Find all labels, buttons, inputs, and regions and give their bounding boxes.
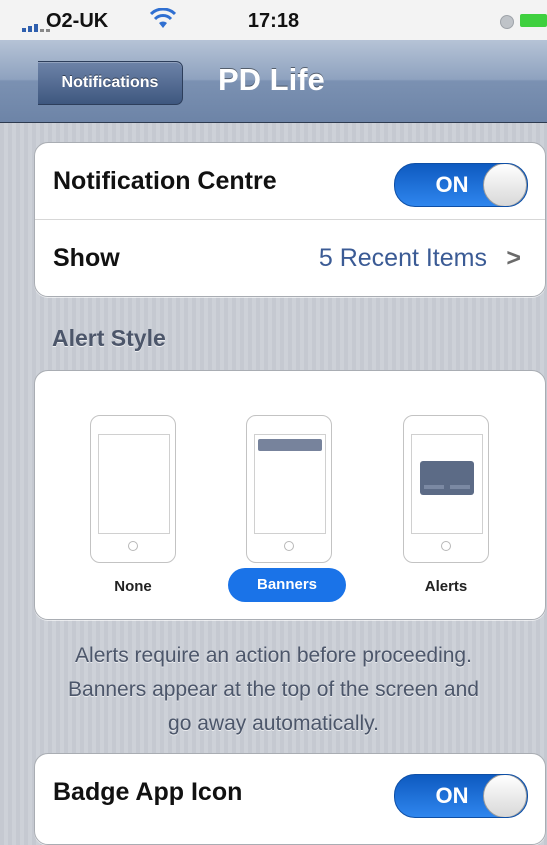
alert-option-banners[interactable]	[246, 415, 332, 563]
show-row[interactable]: Show 5 Recent Items >	[35, 219, 545, 296]
description-line-2: Banners appear at the top of the screen …	[68, 678, 479, 701]
notification-centre-group: Notification Centre ON Show 5 Recent Ite…	[34, 142, 546, 297]
alert-option-alerts-label[interactable]: Alerts	[403, 578, 489, 595]
battery-icon	[520, 14, 547, 27]
phone-screen	[411, 434, 483, 534]
home-button-icon	[128, 541, 138, 551]
badge-app-icon-toggle[interactable]: ON	[394, 774, 528, 818]
badge-app-icon-row: Badge App Icon ON	[35, 754, 545, 830]
alert-style-group: None Banners Alerts	[34, 370, 546, 620]
orientation-lock-icon	[500, 15, 514, 29]
badge-app-icon-group: Badge App Icon ON	[34, 753, 546, 845]
alert-option-alerts[interactable]	[403, 415, 489, 563]
description-line-3: go away automatically.	[168, 712, 379, 735]
phone-banners-icon	[246, 415, 332, 563]
phone-screen	[254, 434, 326, 534]
home-button-icon	[284, 541, 294, 551]
badge-app-icon-label: Badge App Icon	[53, 778, 243, 806]
alert-option-none-label[interactable]: None	[90, 578, 176, 595]
show-label: Show	[53, 244, 120, 272]
navigation-bar: Notifications PD Life	[0, 40, 547, 123]
status-bar: O2-UK 17:18	[0, 0, 547, 40]
description-line-1: Alerts require an action before proceedi…	[75, 644, 472, 667]
toggle-knob	[483, 775, 527, 817]
alert-option-none[interactable]	[90, 415, 176, 563]
phone-alerts-icon	[403, 415, 489, 563]
alert-option-banners-label[interactable]: Banners	[228, 568, 346, 602]
phone-screen	[98, 434, 170, 534]
banner-preview	[258, 439, 322, 451]
alert-style-description: Alerts require an action before proceedi…	[0, 639, 547, 741]
show-value: 5 Recent Items	[318, 244, 487, 272]
notification-centre-label: Notification Centre	[53, 167, 277, 195]
toggle-on-text: ON	[435, 783, 469, 808]
back-button-label: Notifications	[61, 74, 159, 91]
alert-preview	[420, 461, 474, 495]
page-title: PD Life	[218, 62, 325, 97]
clock-time: 17:18	[247, 10, 300, 32]
toggle-knob	[483, 164, 527, 206]
home-button-icon	[441, 541, 451, 551]
notification-centre-row: Notification Centre ON	[35, 143, 545, 219]
notification-centre-toggle[interactable]: ON	[394, 163, 528, 207]
toggle-on-text: ON	[435, 172, 469, 197]
back-button[interactable]: Notifications	[38, 61, 183, 105]
alert-style-header: Alert Style	[52, 325, 166, 351]
phone-none-icon	[90, 415, 176, 563]
chevron-right-icon: >	[506, 244, 521, 272]
